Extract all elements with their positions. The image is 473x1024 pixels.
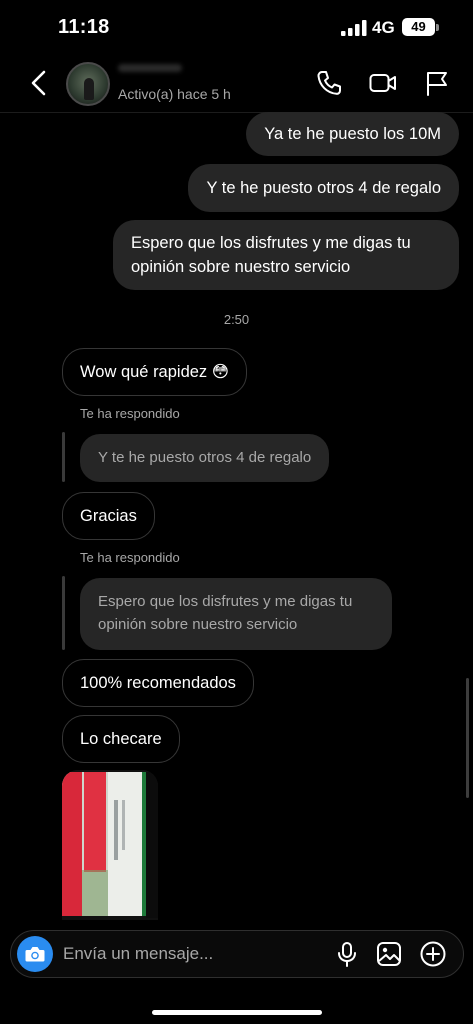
reply-label: Te ha respondido bbox=[80, 406, 180, 421]
status-bar: 11:18 4G 49 bbox=[0, 0, 473, 56]
chat-header: Activo(a) hace 5 h bbox=[0, 56, 473, 113]
reply-bar bbox=[62, 576, 65, 650]
status-time: 11:18 bbox=[58, 16, 110, 38]
avatar-figure bbox=[84, 78, 94, 100]
image-icon[interactable] bbox=[375, 940, 403, 968]
phone-icon[interactable] bbox=[314, 68, 344, 98]
incoming-message[interactable]: Wow qué rapidez 😳 bbox=[62, 348, 247, 396]
flag-icon[interactable] bbox=[422, 68, 452, 98]
camera-icon bbox=[25, 947, 45, 962]
video-camera-icon[interactable] bbox=[368, 68, 398, 98]
cell-signal-icon bbox=[341, 20, 367, 36]
reply-label: Te ha respondido bbox=[80, 550, 180, 565]
attachment-preview bbox=[62, 770, 158, 920]
outgoing-message[interactable]: Y te he puesto otros 4 de regalo bbox=[188, 164, 459, 212]
reply-bar bbox=[62, 432, 65, 482]
message-input[interactable] bbox=[63, 931, 323, 977]
plus-circle-icon[interactable] bbox=[419, 940, 447, 968]
contact-status: Activo(a) hace 5 h bbox=[118, 86, 231, 102]
camera-button[interactable] bbox=[17, 936, 53, 972]
scrollbar[interactable] bbox=[466, 678, 469, 798]
incoming-message[interactable]: 100% recomendados bbox=[62, 659, 254, 707]
outgoing-message[interactable]: Espero que los disfrutes y me digas tu o… bbox=[113, 220, 459, 290]
home-indicator[interactable] bbox=[152, 1010, 322, 1015]
avatar[interactable] bbox=[66, 62, 110, 106]
battery-tip bbox=[436, 24, 439, 31]
microphone-icon[interactable] bbox=[333, 940, 361, 968]
network-type: 4G bbox=[372, 18, 395, 37]
message-composer bbox=[10, 930, 464, 978]
message-timestamp: 2:50 bbox=[223, 312, 250, 327]
quoted-message[interactable]: Y te he puesto otros 4 de regalo bbox=[80, 434, 330, 482]
image-attachment[interactable] bbox=[62, 770, 158, 920]
incoming-message[interactable]: Lo checare bbox=[62, 715, 180, 763]
contact-name-redacted bbox=[118, 64, 182, 72]
quoted-message[interactable]: Espero que los disfrutes y me digas tu o… bbox=[80, 578, 392, 650]
outgoing-message[interactable]: Ya te he puesto los 10M bbox=[246, 112, 459, 156]
incoming-message[interactable]: Gracias bbox=[62, 492, 155, 540]
battery-icon: 49 bbox=[402, 18, 435, 36]
chevron-left-icon[interactable] bbox=[26, 68, 52, 98]
